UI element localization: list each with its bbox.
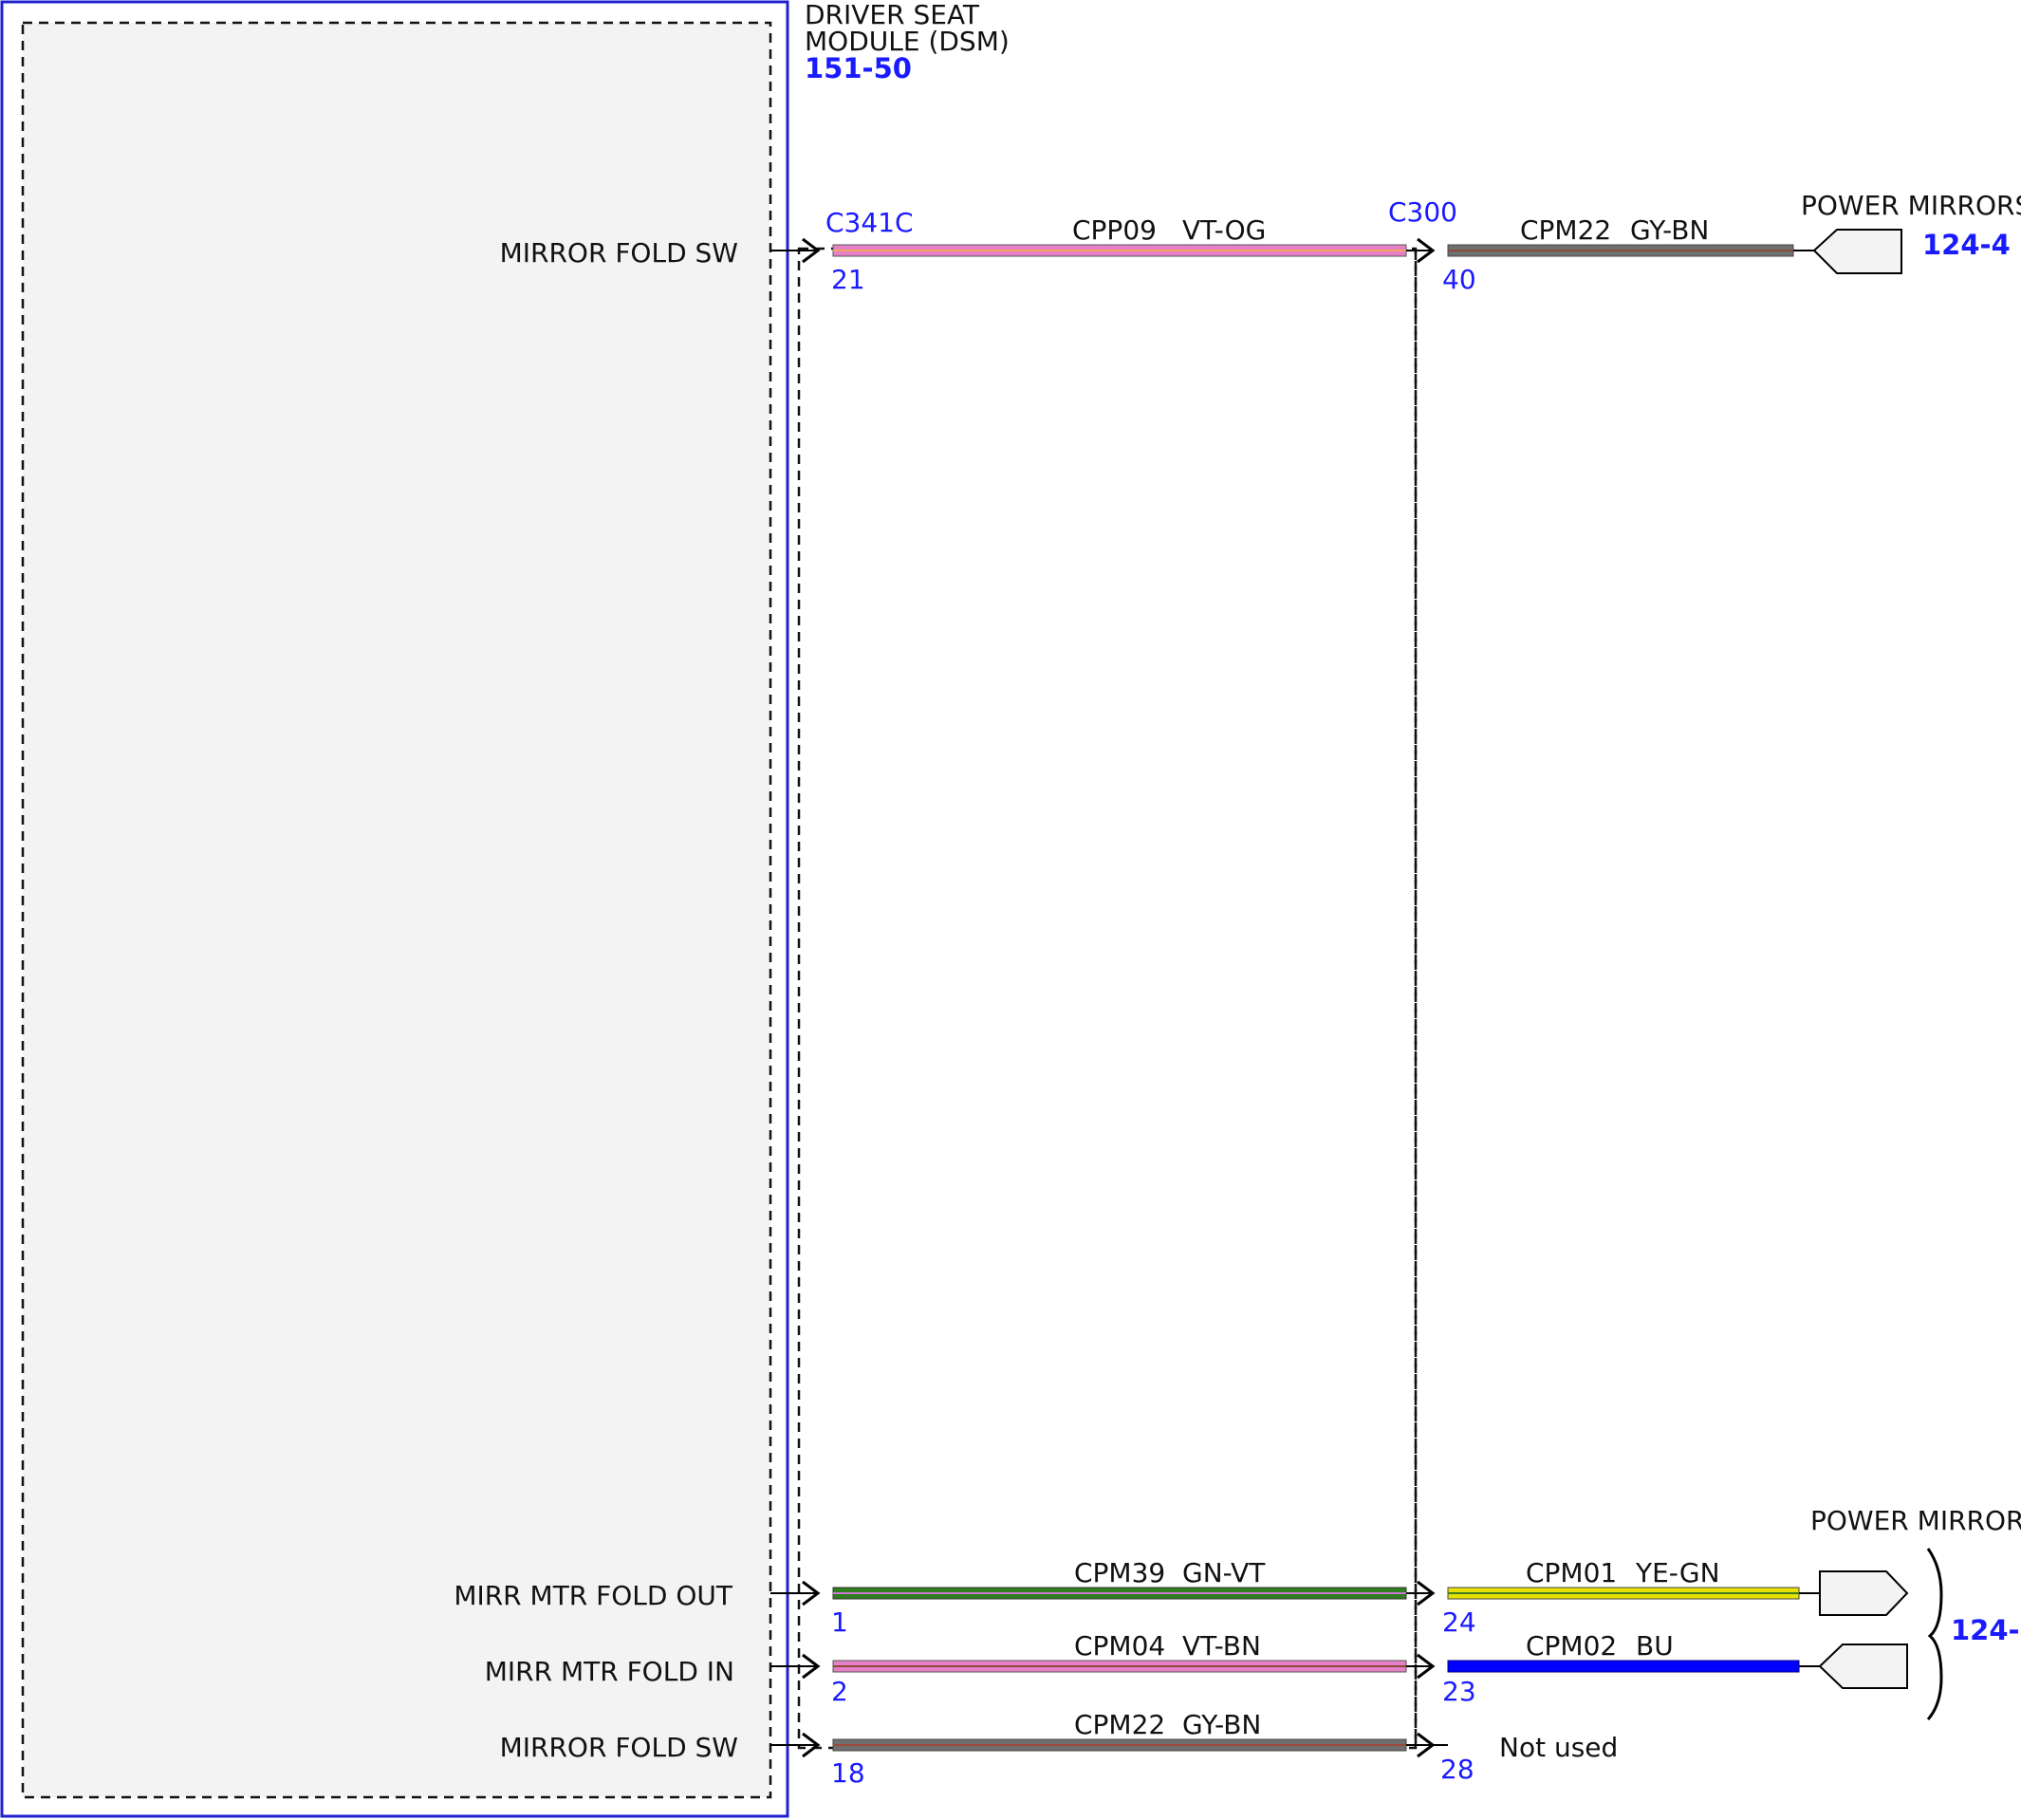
destination-reference-link[interactable]: 124-7 bbox=[1951, 1614, 2021, 1646]
signal-label: MIRROR FOLD SW bbox=[500, 1732, 738, 1763]
wire-color-right: GY-BN bbox=[1630, 214, 1709, 246]
pin-number-left: 1 bbox=[831, 1606, 848, 1638]
destination-reference-link[interactable]: 124-4 bbox=[1922, 229, 2011, 261]
wire-color-right: BU bbox=[1636, 1630, 1674, 1662]
wire-color-left: VT-BN bbox=[1182, 1630, 1261, 1662]
signal-label: MIRR MTR FOLD IN bbox=[485, 1656, 734, 1687]
wire-code-right: CPM22 bbox=[1520, 214, 1611, 246]
signal-label: MIRR MTR FOLD OUT bbox=[454, 1580, 733, 1611]
wire-code-right: CPM02 bbox=[1526, 1630, 1617, 1662]
module-reference-link[interactable]: 151-50 bbox=[805, 52, 912, 84]
driver-seat-module[interactable] bbox=[0, 0, 789, 1818]
pin-number-right: 28 bbox=[1440, 1754, 1474, 1785]
wire-color-left: GN-VT bbox=[1182, 1557, 1266, 1588]
destination-name: POWER MIRRORS bbox=[1801, 190, 2021, 221]
connector-c300-label[interactable]: C300 bbox=[1388, 196, 1457, 228]
pin-number-left: 18 bbox=[831, 1757, 865, 1789]
not-used-label: Not used bbox=[1499, 1732, 1618, 1763]
signal-label: MIRROR FOLD SW bbox=[500, 237, 738, 269]
wire-color-left: GY-BN bbox=[1182, 1709, 1261, 1740]
pin-number-right: 40 bbox=[1442, 264, 1476, 295]
destination-name: POWER MIRRORS bbox=[1810, 1505, 2021, 1536]
connector-c341c-label[interactable]: C341C bbox=[825, 207, 914, 238]
wire-code-left: CPM04 bbox=[1074, 1630, 1165, 1662]
wire-color-left: VT-OG bbox=[1182, 214, 1266, 246]
wire-cpm02[interactable] bbox=[1447, 1660, 1800, 1673]
wire-code-left: CPM39 bbox=[1074, 1557, 1165, 1588]
pin-number-right: 23 bbox=[1442, 1676, 1476, 1707]
wire-code-left: CPM22 bbox=[1074, 1709, 1165, 1740]
wire-code-right: CPM01 bbox=[1526, 1557, 1617, 1588]
grouping-brace-icon bbox=[1926, 1548, 1943, 1720]
pin-number-left: 2 bbox=[831, 1676, 848, 1707]
page-connector-arrow-icon[interactable] bbox=[1812, 229, 1902, 274]
pin-number-left: 21 bbox=[831, 264, 865, 295]
page-connector-arrow-icon[interactable] bbox=[1819, 1570, 1909, 1616]
page-connector-arrow-icon[interactable] bbox=[1818, 1644, 1908, 1689]
pin-number-right: 24 bbox=[1442, 1606, 1476, 1638]
wiring-diagram: DRIVER SEAT MODULE (DSM) 151-50 C341C C3… bbox=[0, 0, 2021, 1818]
module-inner-area bbox=[21, 21, 772, 1799]
wire-color-right: YE-GN bbox=[1635, 1557, 1720, 1588]
wire-code-left: CPP09 bbox=[1072, 214, 1157, 246]
connector-c341c-outline bbox=[797, 247, 1418, 1750]
